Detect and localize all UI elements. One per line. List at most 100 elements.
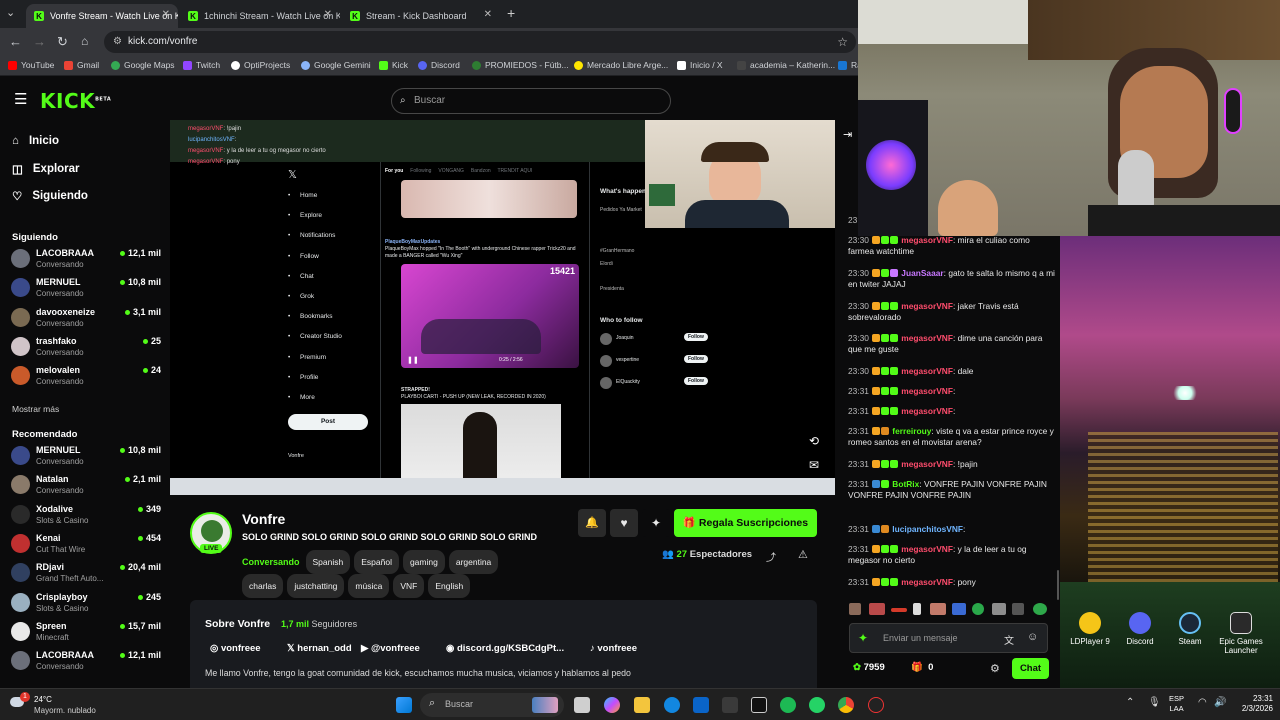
collapse-chat-icon[interactable]: ⇥ [843,128,852,141]
chat-message[interactable]: 23:30 megasorVNF: dime una canción para … [848,333,1056,355]
social-link[interactable]: 𝕏 hernan_odd [287,643,352,654]
tag-chip[interactable]: justchatting [287,574,345,598]
social-link[interactable]: ▶ @vonfreee [361,643,420,654]
tag-chip[interactable]: gaming [402,550,445,574]
emote-icon[interactable] [1012,603,1024,615]
tag-chip[interactable]: Spanish [305,550,351,574]
chat-username[interactable]: megasorVNF [901,333,953,343]
wifi-icon[interactable]: ◠ [1198,697,1207,708]
bookmark-google-maps[interactable]: Google Maps [111,60,175,70]
tag-chip[interactable]: argentina [448,550,499,574]
desktop-icon-steam[interactable]: Steam [1164,612,1216,646]
bookmark-gemini[interactable]: Google Gemini [301,60,371,70]
chat-message[interactable]: 23:31 megasorVNF: y la de leer a tu og m… [848,544,1056,566]
bookmark-optiprojects[interactable]: OptiProjects [231,60,290,70]
bookmark-academia[interactable]: academia – Katherin... [737,60,835,70]
bookmark-gmail[interactable]: Gmail [64,60,99,70]
gift-count[interactable]: 🎁 0 [911,662,933,673]
bookmark-youtube[interactable]: YouTube [8,60,54,70]
tag-chip[interactable]: música [348,574,390,598]
copilot-icon[interactable] [604,697,620,713]
settings-gear-icon[interactable]: ⚙ [990,662,1000,675]
bookmark-kick[interactable]: Kick [379,60,408,70]
close-icon[interactable]: ✕ [324,9,332,20]
chat-username[interactable]: megasorVNF [901,235,953,245]
outlook-icon[interactable] [693,697,709,713]
emote-icon[interactable] [992,603,1006,615]
social-link[interactable]: ◎ vonfreee [210,643,261,654]
tag-chip[interactable]: English [428,574,471,598]
follow-heart-button[interactable]: ♥ [610,509,638,537]
sidebar-channel-mernuel[interactable]: MERNUEL Conversando 10,8 mil [11,274,161,302]
channel-points[interactable]: ✿ 7959 [853,662,885,673]
chat-username[interactable]: megasorVNF [901,366,953,376]
weather-widget[interactable]: 1 [10,692,30,713]
emote-icon[interactable] [930,603,946,615]
chat-message[interactable]: 23:31 BotRix: VONFRE PAJIN VONFRE PAJIN … [848,479,1056,501]
url-field[interactable]: ⚙ kick.com/vonfre ☆ [104,31,856,53]
reload-icon[interactable]: ↻ [57,34,68,50]
translate-icon[interactable]: 文 [1004,632,1014,647]
chat-username[interactable]: lucipanchitosVNF [892,524,963,534]
desktop-icon-ldplayer[interactable]: LDPlayer 9 [1064,612,1116,646]
emoji-icon[interactable]: ☺ [1027,631,1038,643]
spotify-icon[interactable] [780,697,796,713]
chat-message[interactable]: 23:30 megasorVNF: jaker Travis está sobr… [848,301,1056,323]
bookmark-star-icon[interactable]: ☆ [837,31,848,53]
gift-button[interactable]: ✦ [642,509,670,537]
chat-toggle-icon[interactable]: ✉ [809,458,819,472]
chat-username[interactable]: megasorVNF [901,459,953,469]
tag-chip[interactable]: VNF [393,574,425,598]
tag-chip[interactable]: charlas [242,574,284,598]
bookmark-x[interactable]: Inicio / X [677,60,723,70]
desktop-icon-epic[interactable]: Epic Games Launcher [1215,612,1267,655]
sidebar-channel-xodalive[interactable]: Xodalive Slots & Casino 349 [11,501,161,529]
tray-chevron-icon[interactable]: ⌃ [1126,697,1134,708]
hamburger-menu-icon[interactable]: ☰ [14,90,27,108]
epic-games-taskbar-icon[interactable] [751,697,767,713]
kick-logo[interactable]: KICKBETA [40,89,111,113]
chat-username[interactable]: megasorVNF [901,386,953,396]
show-more-link[interactable]: Mostrar más [12,404,59,414]
clip-icon[interactable]: ⟲ [809,434,819,448]
tag-chip[interactable]: Español [354,550,399,574]
sidebar-channel-davooxeneize[interactable]: davooxeneize Conversando 3,1 mil [11,304,161,332]
chat-username[interactable]: megasorVNF [901,301,953,311]
chat-message[interactable]: 23:31 megasorVNF: pony [848,577,1056,588]
chat-message[interactable]: 23:31 lucipanchitosVNF: [848,524,1056,535]
sidebar-channel-natalan[interactable]: Natalan Conversando 2,1 mil [11,471,161,499]
chat-message[interactable]: 23:30 megasorVNF: mira el culiao como fa… [848,235,1056,257]
share-icon[interactable]: ⤴ [766,549,776,564]
input-language[interactable]: ESP LAA [1169,694,1184,714]
category-link[interactable]: Conversando [242,557,300,567]
chat-send-button[interactable]: Chat [1012,658,1049,679]
sidebar-channel-rdjavi[interactable]: RDjavi Grand Theft Auto... 20,4 mil [11,559,161,587]
sidebar-channel-lacobraaa[interactable]: LACOBRAAA Conversando 12,1 mil [11,245,161,273]
bookmark-ra[interactable]: Ra [838,60,858,70]
notification-bell-button[interactable]: 🔔 [578,509,606,537]
sidebar-item-explorar[interactable]: ◫ Explorar [12,162,80,176]
mic-tray-icon[interactable]: 🎙 [1148,697,1161,708]
emote-icon[interactable] [1033,603,1047,615]
social-link[interactable]: ♪ vonfreee [590,643,637,654]
gamebar-icon[interactable] [722,697,738,713]
bookmark-discord[interactable]: Discord [418,60,460,70]
gift-subscriptions-button[interactable]: 🎁 Regala Suscripciones [674,509,817,537]
chat-message[interactable]: 23:31 megasorVNF: !pajin [848,459,1056,470]
chat-username[interactable]: JuanSaaar [901,268,943,278]
emote-icon[interactable] [891,608,907,612]
chat-message[interactable]: 23:31 megasorVNF: [848,386,1056,397]
chat-message[interactable]: 23:30 megasorVNF: dale [848,366,1056,377]
emote-icon[interactable] [849,603,861,615]
report-warning-icon[interactable]: ⚠ [798,548,808,561]
whatsapp-icon[interactable] [809,697,825,713]
task-view-icon[interactable] [574,697,590,713]
file-explorer-icon[interactable] [634,697,650,713]
weather-text[interactable]: 24°C Mayorm. nublado [34,694,96,716]
chat-username[interactable]: BotRix [892,479,919,489]
chat-username[interactable]: megasorVNF [901,577,953,587]
taskbar-search[interactable]: ⌕ Buscar [420,693,564,717]
sidebar-channel-spreen[interactable]: Spreen Minecraft 15,7 mil [11,618,161,646]
site-info-icon[interactable]: ⚙ [113,31,122,53]
emote-icon[interactable] [972,603,984,615]
